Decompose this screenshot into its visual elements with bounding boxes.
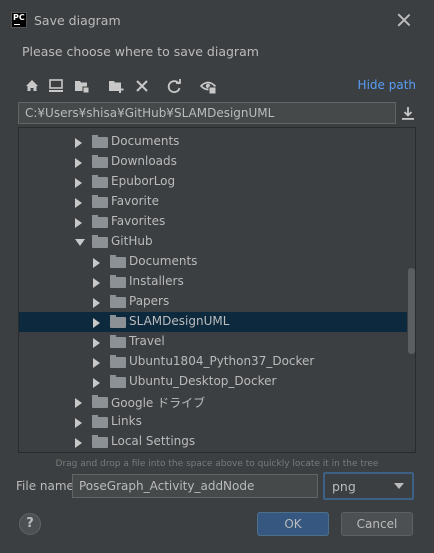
project-folder-icon[interactable]: [72, 76, 92, 96]
folder-icon: [92, 435, 108, 448]
path-text: C:¥Users¥shisa¥GitHub¥SLAMDesignUML: [25, 106, 275, 120]
tree-item-label: Ubuntu1804_Python37_Docker: [129, 354, 315, 368]
folder-icon: [110, 375, 126, 388]
ok-button[interactable]: OK: [257, 512, 329, 536]
desktop-icon[interactable]: [46, 76, 66, 96]
tree-item[interactable]: Ubuntu_Desktop_Docker: [19, 372, 407, 392]
tree-item[interactable]: Local Settings: [19, 432, 407, 452]
filename-value: PoseGraph_Activity_addNode: [79, 479, 255, 493]
dialog-title: Save diagram: [34, 13, 121, 28]
delete-icon[interactable]: [132, 76, 152, 96]
tree-item[interactable]: EpuborLog: [19, 172, 407, 192]
folder-icon: [92, 395, 108, 408]
chevron-down-icon: [394, 483, 404, 489]
tree-item[interactable]: Papers: [19, 292, 407, 312]
expand-right-icon[interactable]: [75, 438, 82, 448]
folder-icon: [110, 335, 126, 348]
tree-item[interactable]: SLAMDesignUML: [19, 312, 407, 332]
format-select[interactable]: png: [323, 472, 414, 500]
format-value: png: [332, 479, 356, 494]
tree-item[interactable]: GitHub: [19, 232, 407, 252]
expand-right-icon[interactable]: [75, 418, 82, 428]
tree-item[interactable]: Ubuntu1804_Python37_Docker: [19, 352, 407, 372]
tree-item-label: Travel: [129, 334, 165, 348]
expand-right-icon[interactable]: [75, 158, 82, 168]
expand-right-icon[interactable]: [93, 358, 100, 368]
expand-right-icon[interactable]: [93, 298, 100, 308]
tree-item-label: Local Settings: [111, 434, 196, 448]
folder-icon: [92, 195, 108, 208]
folder-icon: [92, 135, 108, 148]
tree-item[interactable]: Documents: [19, 252, 407, 272]
expand-right-icon[interactable]: [93, 338, 100, 348]
tree-item[interactable]: Documents: [19, 132, 407, 152]
tree-item[interactable]: Favorite: [19, 192, 407, 212]
expand-right-icon[interactable]: [93, 258, 100, 268]
folder-icon: [110, 355, 126, 368]
folder-icon: [92, 175, 108, 188]
tree-item-label: Documents: [111, 134, 180, 148]
folder-icon: [92, 235, 108, 248]
tree-item-label: EpuborLog: [111, 174, 176, 188]
folder-icon: [92, 155, 108, 168]
title-bar: PC Save diagram: [0, 0, 434, 40]
home-icon[interactable]: [22, 76, 42, 96]
tree-item[interactable]: Installers: [19, 272, 407, 292]
tree-item-label: Papers: [129, 294, 170, 308]
folder-icon: [110, 255, 126, 268]
tree-item[interactable]: Travel: [19, 332, 407, 352]
tree-item-label: Documents: [129, 254, 198, 268]
folder-icon: [92, 215, 108, 228]
filename-label: File name:: [16, 479, 78, 493]
tree-item-label: Downloads: [111, 154, 177, 168]
drag-drop-hint: Drag and drop a file into the space abov…: [55, 459, 379, 469]
path-input[interactable]: C:¥Users¥shisa¥GitHub¥SLAMDesignUML: [18, 102, 396, 124]
tree-item[interactable]: Downloads: [19, 152, 407, 172]
filename-input[interactable]: PoseGraph_Activity_addNode: [72, 474, 318, 498]
tree-item-label: Ubuntu_Desktop_Docker: [129, 374, 277, 388]
tree-item[interactable]: Favorites: [19, 212, 407, 232]
toolbar: Hide path: [18, 72, 416, 100]
folder-icon: [110, 315, 126, 328]
expand-down-icon[interactable]: [75, 239, 85, 246]
folder-icon: [92, 415, 108, 428]
expand-right-icon[interactable]: [75, 398, 82, 408]
help-button[interactable]: ?: [19, 513, 41, 535]
tree-item-label: GitHub: [111, 234, 153, 248]
folder-icon: [110, 295, 126, 308]
download-icon[interactable]: [400, 105, 416, 121]
expand-right-icon[interactable]: [75, 178, 82, 188]
new-folder-icon[interactable]: [106, 76, 126, 96]
tree-scrollbar[interactable]: [407, 128, 415, 452]
tree-item-label: SLAMDesignUML: [129, 314, 230, 328]
tree-item-label: Links: [111, 414, 142, 428]
tree-item-label: Favorite: [111, 194, 159, 208]
expand-right-icon[interactable]: [75, 198, 82, 208]
scrollbar-thumb[interactable]: [408, 268, 415, 354]
expand-right-icon[interactable]: [93, 278, 100, 288]
pycharm-logo-icon: PC: [11, 12, 27, 28]
tree-item[interactable]: Links: [19, 412, 407, 432]
refresh-icon[interactable]: [164, 76, 184, 96]
tree-item-label: Google ドライブ: [111, 396, 206, 410]
expand-right-icon[interactable]: [93, 318, 100, 328]
folder-icon: [110, 275, 126, 288]
tree-item-label: Favorites: [111, 214, 166, 228]
close-icon[interactable]: [396, 12, 412, 28]
show-hidden-icon[interactable]: [198, 76, 218, 96]
cancel-button[interactable]: Cancel: [341, 512, 413, 536]
dialog-prompt: Please choose where to save diagram: [22, 44, 259, 59]
file-tree[interactable]: Documents Downloads EpuborLog Favorite Favor…: [18, 127, 416, 453]
expand-right-icon[interactable]: [75, 138, 82, 148]
expand-right-icon[interactable]: [93, 378, 100, 388]
hide-path-link[interactable]: Hide path: [358, 78, 416, 92]
tree-item[interactable]: Google ドライブ: [19, 392, 407, 412]
expand-right-icon[interactable]: [75, 218, 82, 228]
tree-item-label: Installers: [129, 274, 184, 288]
